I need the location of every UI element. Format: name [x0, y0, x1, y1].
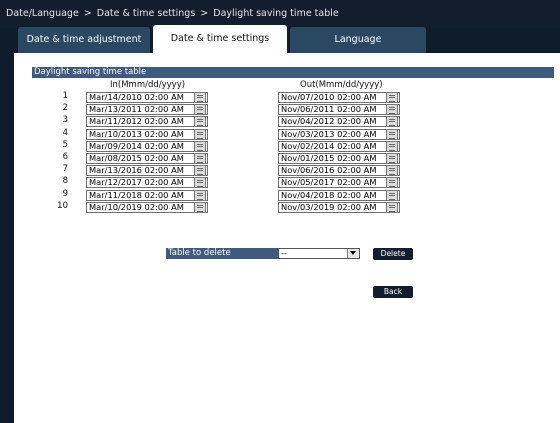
calendar-glyph: [389, 156, 395, 163]
row-number: 5: [62, 140, 68, 150]
row-number: 3: [62, 115, 68, 125]
calendar-icon[interactable]: [194, 116, 206, 127]
calendar-icon[interactable]: [386, 116, 398, 127]
calendar-glyph: [197, 193, 203, 200]
row-number: 6: [62, 152, 68, 162]
calendar-glyph: [389, 205, 395, 212]
in-datetime-field[interactable]: Mar/09/2014 02:00 AM: [86, 141, 208, 152]
calendar-icon[interactable]: [386, 202, 398, 213]
calendar-glyph: [389, 132, 395, 139]
calendar-glyph: [389, 193, 395, 200]
calendar-icon[interactable]: [194, 190, 206, 201]
calendar-glyph: [197, 180, 203, 187]
table-to-delete-label: Table to delete: [166, 248, 278, 259]
calendar-glyph: [197, 119, 203, 126]
tab-date-time-settings[interactable]: Date & time settings: [153, 25, 287, 53]
chevron-down-icon[interactable]: [347, 249, 359, 258]
calendar-icon[interactable]: [194, 141, 206, 152]
calendar-icon[interactable]: [194, 165, 206, 176]
out-datetime-field[interactable]: Nov/03/2013 02:00 AM: [278, 129, 400, 140]
breadcrumb: Date/Language > Date & time settings > Dayli…: [6, 8, 339, 19]
calendar-glyph: [197, 168, 203, 175]
tab-language[interactable]: Language: [290, 27, 426, 53]
calendar-icon[interactable]: [386, 177, 398, 188]
row-number: 2: [62, 103, 68, 113]
settings-panel: Daylight saving time table In(Mmm/dd/yyy…: [14, 53, 560, 423]
breadcrumb-item-dst-table: Daylight saving time table: [213, 8, 339, 19]
out-datetime-field[interactable]: Nov/05/2017 02:00 AM: [278, 177, 400, 188]
in-datetime-field[interactable]: Mar/11/2012 02:00 AM: [86, 116, 208, 127]
calendar-icon[interactable]: [194, 202, 206, 213]
calendar-icon[interactable]: [194, 153, 206, 164]
in-datetime-field[interactable]: Mar/10/2019 02:00 AM: [86, 202, 208, 213]
row-number: 1: [62, 91, 68, 101]
row-number: 4: [62, 128, 68, 138]
calendar-icon[interactable]: [386, 92, 398, 103]
out-datetime-field[interactable]: Nov/04/2012 02:00 AM: [278, 116, 400, 127]
out-datetime-field[interactable]: Nov/02/2014 02:00 AM: [278, 141, 400, 152]
calendar-icon[interactable]: [386, 190, 398, 201]
calendar-glyph: [197, 205, 203, 212]
in-datetime-field[interactable]: Mar/12/2017 02:00 AM: [86, 177, 208, 188]
calendar-icon[interactable]: [386, 153, 398, 164]
calendar-icon[interactable]: [194, 104, 206, 115]
column-header-out: Out(Mmm/dd/yyyy): [300, 80, 383, 90]
calendar-glyph: [197, 132, 203, 139]
out-datetime-field[interactable]: Nov/03/2019 02:00 AM: [278, 202, 400, 213]
table-to-delete-select[interactable]: --: [278, 248, 360, 259]
out-datetime-field[interactable]: Nov/04/2018 02:00 AM: [278, 190, 400, 201]
calendar-glyph: [389, 95, 395, 102]
table-to-delete-value: --: [281, 248, 287, 258]
calendar-glyph: [389, 107, 395, 114]
breadcrumb-item-date-language: Date/Language: [6, 8, 79, 19]
calendar-icon[interactable]: [194, 177, 206, 188]
top-bar: Date/Language > Date & time settings > Dayli…: [0, 0, 560, 28]
calendar-glyph: [389, 168, 395, 175]
row-number: 8: [62, 176, 68, 186]
delete-button[interactable]: Delete: [373, 248, 413, 260]
out-datetime-field[interactable]: Nov/06/2016 02:00 AM: [278, 165, 400, 176]
row-number: 10: [57, 201, 68, 211]
breadcrumb-separator: >: [83, 8, 92, 19]
in-datetime-field[interactable]: Mar/11/2018 02:00 AM: [86, 190, 208, 201]
calendar-icon[interactable]: [386, 104, 398, 115]
section-title: Daylight saving time table: [32, 67, 554, 78]
in-datetime-field[interactable]: Mar/14/2010 02:00 AM: [86, 92, 208, 103]
calendar-glyph: [389, 144, 395, 151]
calendar-glyph: [197, 107, 203, 114]
tab-date-time-adjustment[interactable]: Date & time adjustment: [18, 27, 150, 53]
breadcrumb-item-date-time-settings: Date & time settings: [96, 8, 196, 19]
calendar-icon[interactable]: [386, 165, 398, 176]
out-datetime-field[interactable]: Nov/01/2015 02:00 AM: [278, 153, 400, 164]
in-datetime-field[interactable]: Mar/08/2015 02:00 AM: [86, 153, 208, 164]
calendar-glyph: [389, 180, 395, 187]
calendar-icon[interactable]: [194, 92, 206, 103]
row-number: 7: [62, 164, 68, 174]
out-datetime-field[interactable]: Nov/06/2011 02:00 AM: [278, 104, 400, 115]
calendar-icon[interactable]: [386, 129, 398, 140]
column-header-in: In(Mmm/dd/yyyy): [110, 80, 186, 90]
calendar-glyph: [389, 119, 395, 126]
out-datetime-field[interactable]: Nov/07/2010 02:00 AM: [278, 92, 400, 103]
calendar-glyph: [197, 144, 203, 151]
calendar-glyph: [197, 156, 203, 163]
breadcrumb-separator: >: [200, 8, 209, 19]
calendar-icon[interactable]: [386, 141, 398, 152]
row-number: 9: [62, 189, 68, 199]
in-datetime-field[interactable]: Mar/10/2013 02:00 AM: [86, 129, 208, 140]
in-datetime-field[interactable]: Mar/13/2016 02:00 AM: [86, 165, 208, 176]
back-button[interactable]: Back: [373, 286, 413, 298]
calendar-glyph: [197, 95, 203, 102]
calendar-icon[interactable]: [194, 129, 206, 140]
in-datetime-field[interactable]: Mar/13/2011 02:00 AM: [86, 104, 208, 115]
